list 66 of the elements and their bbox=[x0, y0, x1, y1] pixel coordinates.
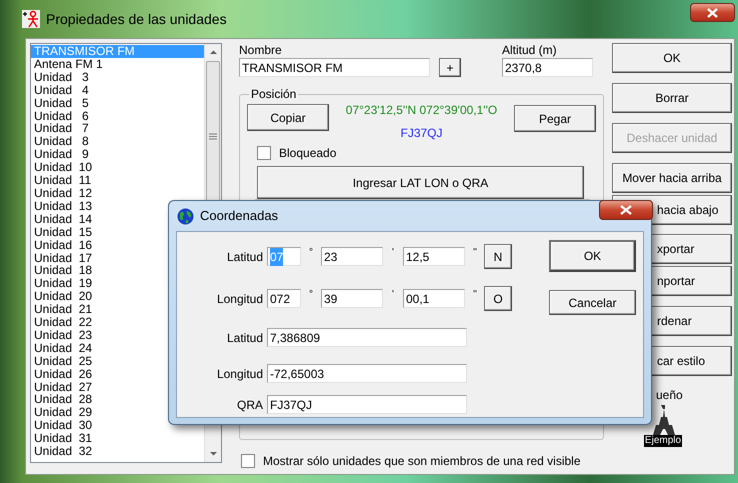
unit-list-item[interactable]: Unidad 31 bbox=[31, 432, 204, 446]
name-label: Nombre bbox=[239, 43, 283, 57]
unit-list-item[interactable]: Unidad 7 bbox=[31, 122, 204, 136]
name-field[interactable]: TRANSMISOR FM bbox=[239, 58, 430, 77]
qra-text: FJ37QJ bbox=[400, 126, 442, 140]
altitude-label: Altitud (m) bbox=[502, 43, 558, 57]
globe-icon bbox=[177, 208, 194, 224]
hemisphere-button[interactable]: O bbox=[484, 286, 512, 311]
unit-mark: ° bbox=[308, 289, 314, 301]
unit-list-item[interactable]: Unidad 5 bbox=[31, 96, 204, 110]
unit-mark: '' bbox=[472, 247, 478, 259]
position-legend: Posición bbox=[249, 85, 298, 103]
decimal-field[interactable]: FJ37QJ bbox=[267, 395, 467, 414]
unit-list-item[interactable]: Unidad 6 bbox=[31, 110, 204, 122]
copy-button[interactable]: Copiar bbox=[247, 104, 329, 131]
unit-list-item[interactable]: Unidad 4 bbox=[31, 84, 204, 97]
dms-field[interactable]: 39 bbox=[321, 289, 383, 308]
close-button[interactable] bbox=[690, 3, 735, 22]
side-button[interactable]: Mover hacia arriba bbox=[612, 163, 732, 193]
example-label: Ejemplo bbox=[644, 435, 682, 447]
unit-list-item[interactable]: Unidad 8 bbox=[31, 135, 204, 148]
close-icon bbox=[707, 8, 718, 18]
unit-mark: ° bbox=[308, 247, 314, 259]
checkbox[interactable] bbox=[257, 146, 271, 160]
coordinates-text: 07°23'12,5''N 072°39'00,1''O bbox=[346, 103, 498, 117]
window-title: Propiedades de las unidades bbox=[46, 10, 227, 29]
unit-list-item[interactable]: Unidad 10 bbox=[31, 161, 204, 174]
decimal-label: Longitud bbox=[216, 366, 264, 382]
unit-list-item[interactable]: Unidad 12 bbox=[31, 186, 204, 200]
decimal-field[interactable]: -72,65003 bbox=[267, 364, 467, 383]
decimal-label: QRA bbox=[236, 396, 264, 414]
grip-icon bbox=[209, 132, 217, 140]
dms-field[interactable]: 072 bbox=[267, 289, 301, 308]
unit-list-item[interactable]: Unidad 32 bbox=[31, 445, 204, 458]
side-button[interactable]: OK bbox=[612, 43, 732, 73]
unit-list-item[interactable]: Unidad 30 bbox=[31, 419, 204, 432]
decimal-label: Latitud bbox=[226, 330, 264, 346]
unit-list-item[interactable]: Unidad 11 bbox=[31, 174, 204, 187]
unit-list-item[interactable]: Antena FM 1 bbox=[31, 58, 204, 71]
app-icon bbox=[22, 10, 40, 28]
close-icon bbox=[620, 205, 632, 215]
dms-label: Longitud bbox=[216, 290, 264, 308]
unit-mark: '' bbox=[472, 289, 478, 301]
show-only-label: Mostrar sólo unidades que son miembros de una red visible bbox=[263, 453, 581, 470]
enter-coordinates-button[interactable]: Ingresar LAT LON o QRA bbox=[257, 166, 584, 199]
side-button[interactable]: Borrar bbox=[612, 83, 732, 113]
dms-field[interactable]: 12,5 bbox=[403, 247, 465, 266]
unit-mark: ' bbox=[391, 289, 395, 301]
hemisphere-button[interactable]: N bbox=[484, 244, 512, 269]
unit-mark: ' bbox=[391, 247, 395, 259]
add-button[interactable]: + bbox=[439, 58, 461, 77]
close-button[interactable] bbox=[599, 200, 653, 220]
ok-button[interactable]: OK bbox=[549, 240, 636, 272]
paste-button[interactable]: Pegar bbox=[514, 105, 596, 132]
dms-label: Latitud bbox=[226, 248, 264, 266]
dialog-title: Coordenadas bbox=[200, 207, 278, 226]
dms-field[interactable]: 23 bbox=[321, 247, 383, 266]
unit-list-item[interactable]: Unidad 9 bbox=[31, 148, 204, 162]
unit-list-item[interactable]: Unidad 3 bbox=[31, 70, 204, 84]
checkbox[interactable] bbox=[241, 454, 255, 468]
locked-label: Bloqueado bbox=[279, 145, 336, 162]
decimal-field[interactable]: 7,386809 bbox=[267, 328, 467, 347]
design-label: ueño bbox=[655, 387, 684, 404]
dms-field[interactable]: 00,1 bbox=[403, 289, 465, 308]
altitude-field[interactable]: 2370,8 bbox=[502, 58, 593, 77]
cancel-button[interactable]: Cancelar bbox=[549, 290, 636, 315]
